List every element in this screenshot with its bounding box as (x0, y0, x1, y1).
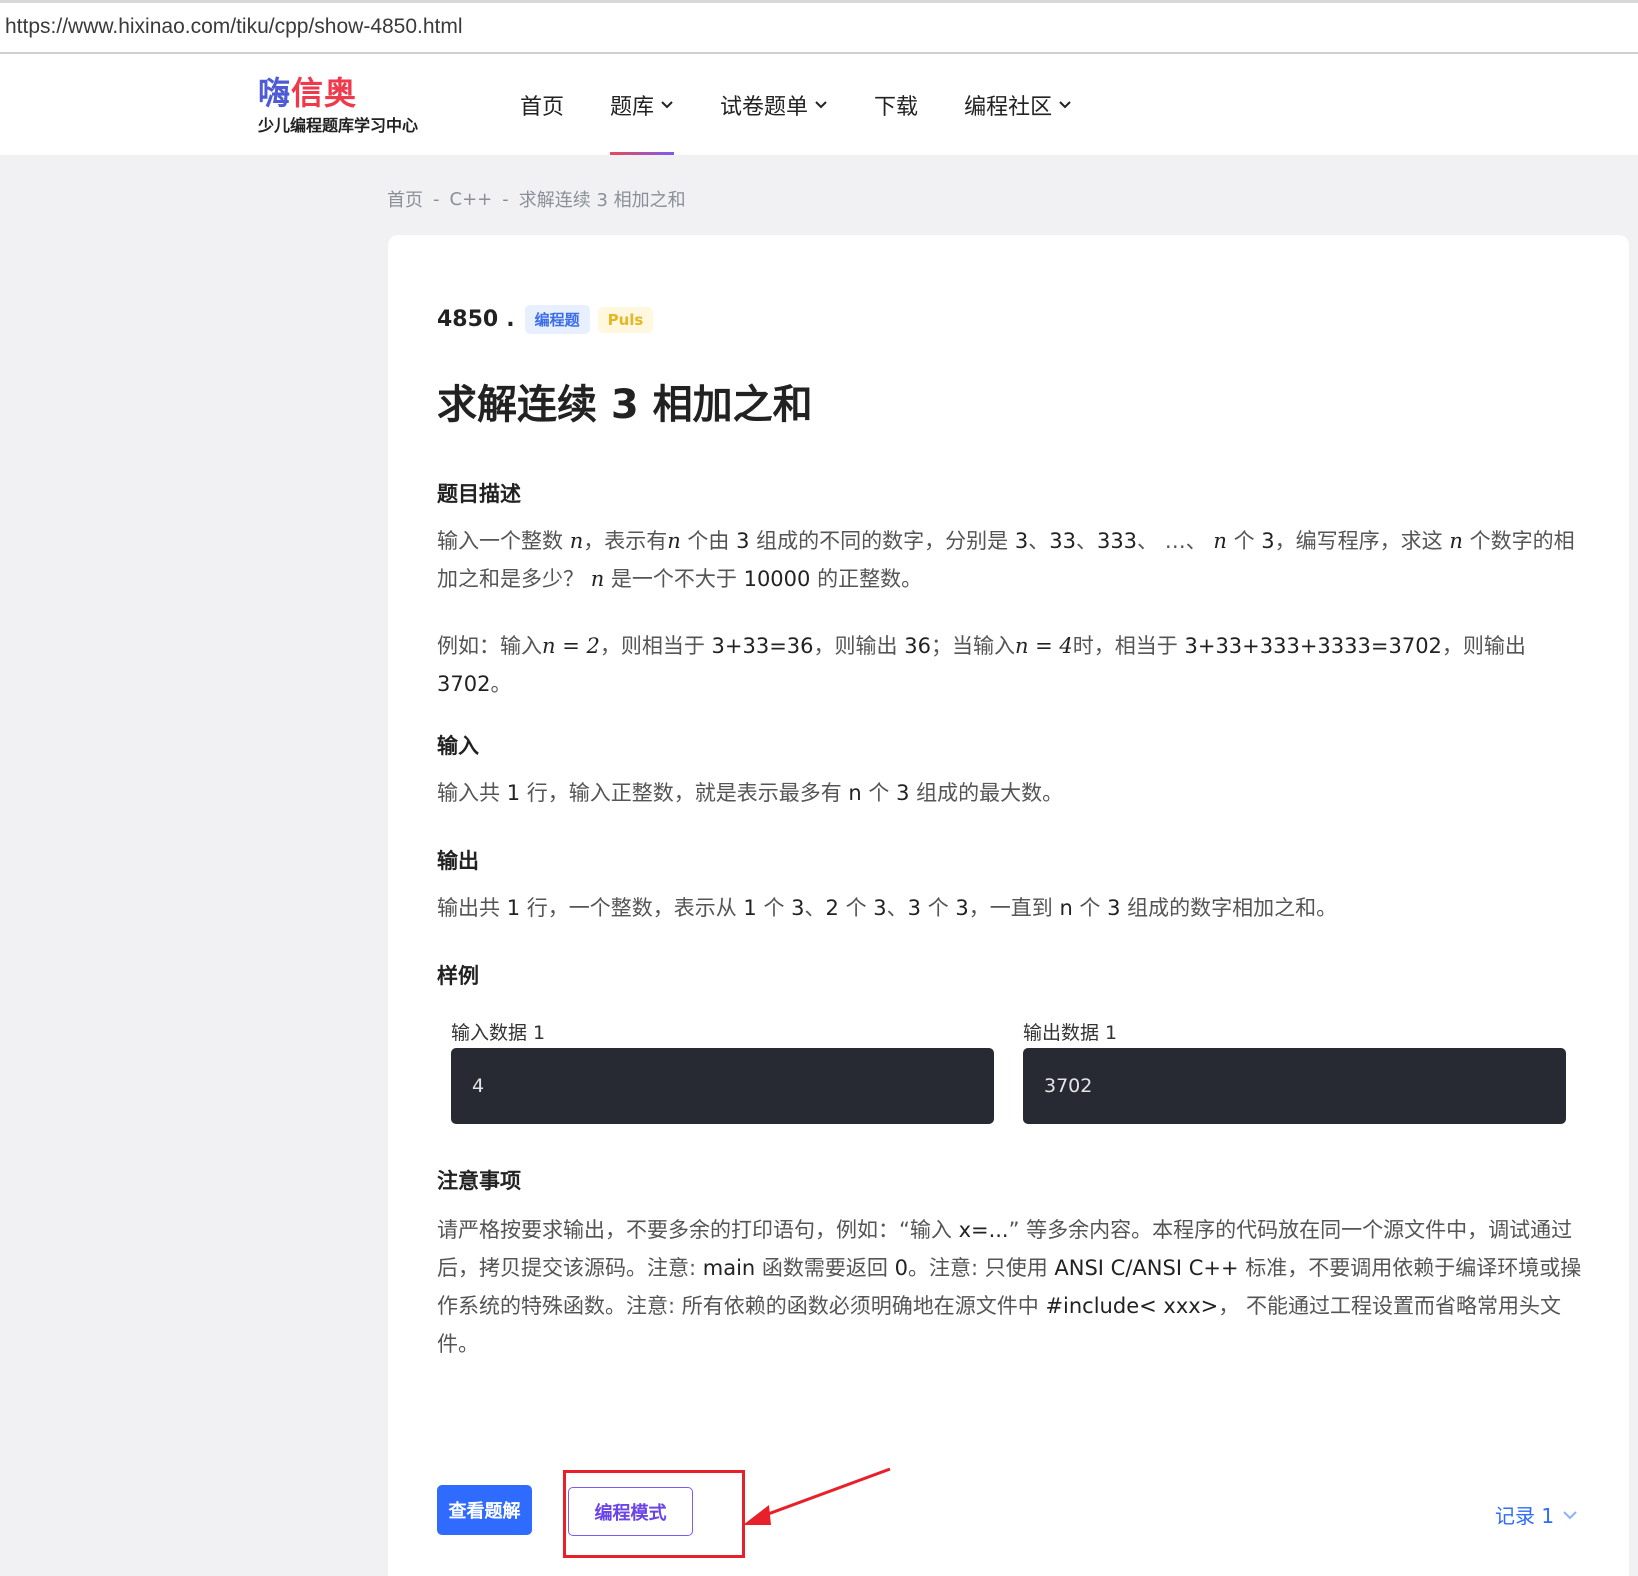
description-paragraph-2: 例如：输入n = 2，则相当于 3+33=36，则输出 36；当输入n = 4时… (437, 634, 1526, 696)
logo-subtitle: 少儿编程题库学习中心 (258, 116, 419, 135)
breadcrumb-cpp[interactable]: C++ (450, 189, 493, 210)
nav-item-download[interactable]: 下载 (874, 54, 918, 155)
output-heading: 输出 (437, 849, 479, 873)
nav-item-tiku[interactable]: 题库 (610, 54, 675, 155)
sample-output-value: 3702 (1044, 1075, 1093, 1097)
sample-input-value: 4 (472, 1075, 485, 1097)
nav-item-home[interactable]: 首页 (520, 54, 564, 155)
sample-input-box[interactable]: 4 (451, 1048, 994, 1124)
sample-input-label: 输入数据 1 (451, 1022, 546, 1044)
breadcrumb-separator: - (502, 188, 509, 210)
breadcrumb-separator: - (433, 188, 440, 210)
sample-heading: 样例 (437, 964, 479, 988)
sample-output-label: 输出数据 1 (1023, 1022, 1118, 1044)
site-logo[interactable]: 嗨信奥 少儿编程题库学习中心 (258, 76, 418, 136)
chevron-down-icon (814, 100, 828, 110)
notes-description: 请严格按要求输出，不要多余的打印语句，例如：“输入 x=...” 等多余内容。本… (437, 1218, 1582, 1356)
notes-heading: 注意事项 (437, 1169, 521, 1193)
logo-text-part1: 嗨 (258, 74, 292, 112)
browser-address-bar[interactable]: https://www.hixinao.com/tiku/cpp/show-48… (0, 0, 1638, 54)
input-heading: 输入 (437, 734, 479, 758)
input-description: 输入共 1 行，输入正整数，就是表示最多有 n 个 3 组成的最大数。 (437, 781, 1064, 805)
logo-text-part2: 信奥 (291, 74, 358, 112)
nav-item-community[interactable]: 编程社区 (964, 54, 1072, 155)
sample-output-box[interactable]: 3702 (1023, 1048, 1566, 1124)
plus-tag: Puls (597, 306, 654, 333)
problem-card: 4850 . 编程题 Puls 求解连续 3 相加之和 题目描述 输入一个整数 … (388, 235, 1629, 1576)
chevron-down-icon (1058, 100, 1072, 110)
problem-id-dot: . (506, 307, 515, 332)
nav-item-papers[interactable]: 试卷题单 (720, 54, 828, 155)
problem-id: 4850 (437, 307, 499, 332)
breadcrumb: 首页 - C++ - 求解连续 3 相加之和 (387, 186, 686, 212)
problem-meta: 4850 . 编程题 Puls (437, 305, 654, 334)
chevron-down-icon (660, 100, 674, 110)
url-text[interactable]: https://www.hixinao.com/tiku/cpp/show-48… (5, 15, 463, 39)
problem-type-tag: 编程题 (524, 305, 590, 334)
breadcrumb-current: 求解连续 3 相加之和 (518, 190, 686, 211)
description-heading: 题目描述 (437, 482, 521, 506)
output-description: 输出共 1 行，一个整数，表示从 1 个 3、2 个 3、3 个 3，一直到 n… (437, 896, 1338, 920)
site-header: 嗨信奥 少儿编程题库学习中心 首页 题库 试卷题单 下载 编程社区 (0, 54, 1638, 155)
main-nav: 首页 题库 试卷题单 下载 编程社区 (520, 54, 1118, 155)
chevron-down-icon (1562, 1510, 1578, 1520)
description-paragraph-1: 输入一个整数 n，表示有n 个由 3 组成的不同的数字，分别是 3、33、333… (437, 529, 1575, 591)
records-label: 记录 1 (1495, 1504, 1555, 1528)
problem-title: 求解连续 3 相加之和 (437, 382, 813, 428)
records-toggle[interactable]: 记录 1 (1495, 1500, 1578, 1529)
view-solution-button[interactable]: 查看题解 (437, 1485, 532, 1535)
breadcrumb-home[interactable]: 首页 (387, 186, 423, 212)
code-mode-button[interactable]: 编程模式 (568, 1487, 693, 1536)
